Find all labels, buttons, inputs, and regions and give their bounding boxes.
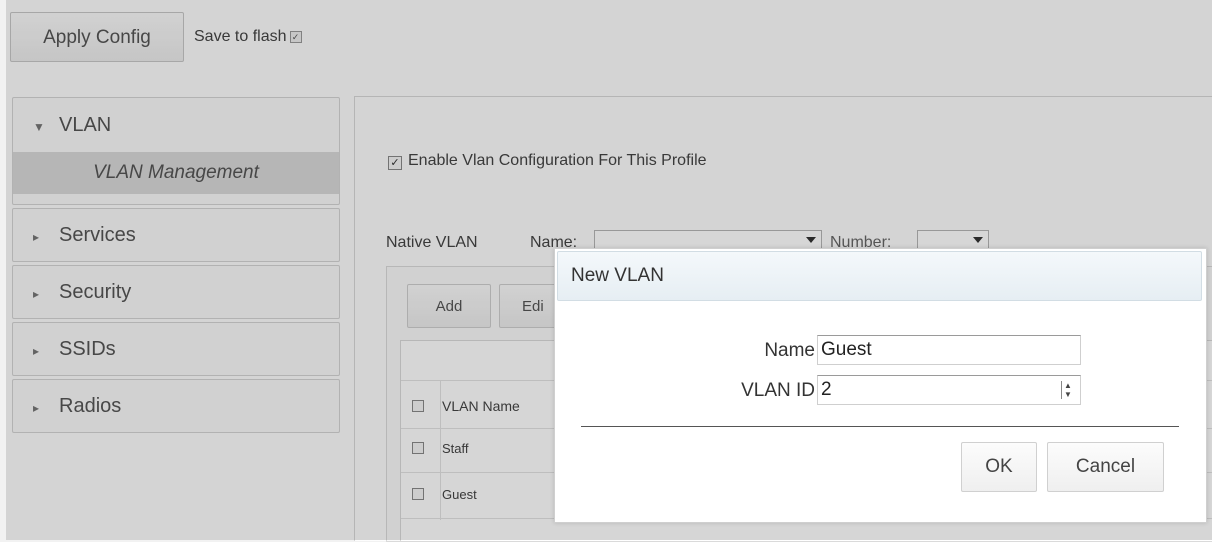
- ok-button[interactable]: OK: [961, 442, 1037, 492]
- new-vlan-dialog: New VLAN Name Guest VLAN ID 2 ▲ ▼ OK Canc…: [554, 248, 1207, 523]
- name-input[interactable]: Guest: [817, 335, 1081, 365]
- cancel-button[interactable]: Cancel: [1047, 442, 1164, 492]
- vlan-id-value: 2: [821, 379, 832, 400]
- vlan-id-label: VLAN ID: [741, 380, 815, 401]
- dialog-title: New VLAN: [557, 251, 1202, 301]
- dialog-divider: [581, 426, 1179, 427]
- spinner-arrows-icon[interactable]: ▲ ▼: [1061, 381, 1074, 399]
- vlan-id-spinner[interactable]: 2 ▲ ▼: [817, 375, 1081, 405]
- name-label: Name: [764, 340, 815, 361]
